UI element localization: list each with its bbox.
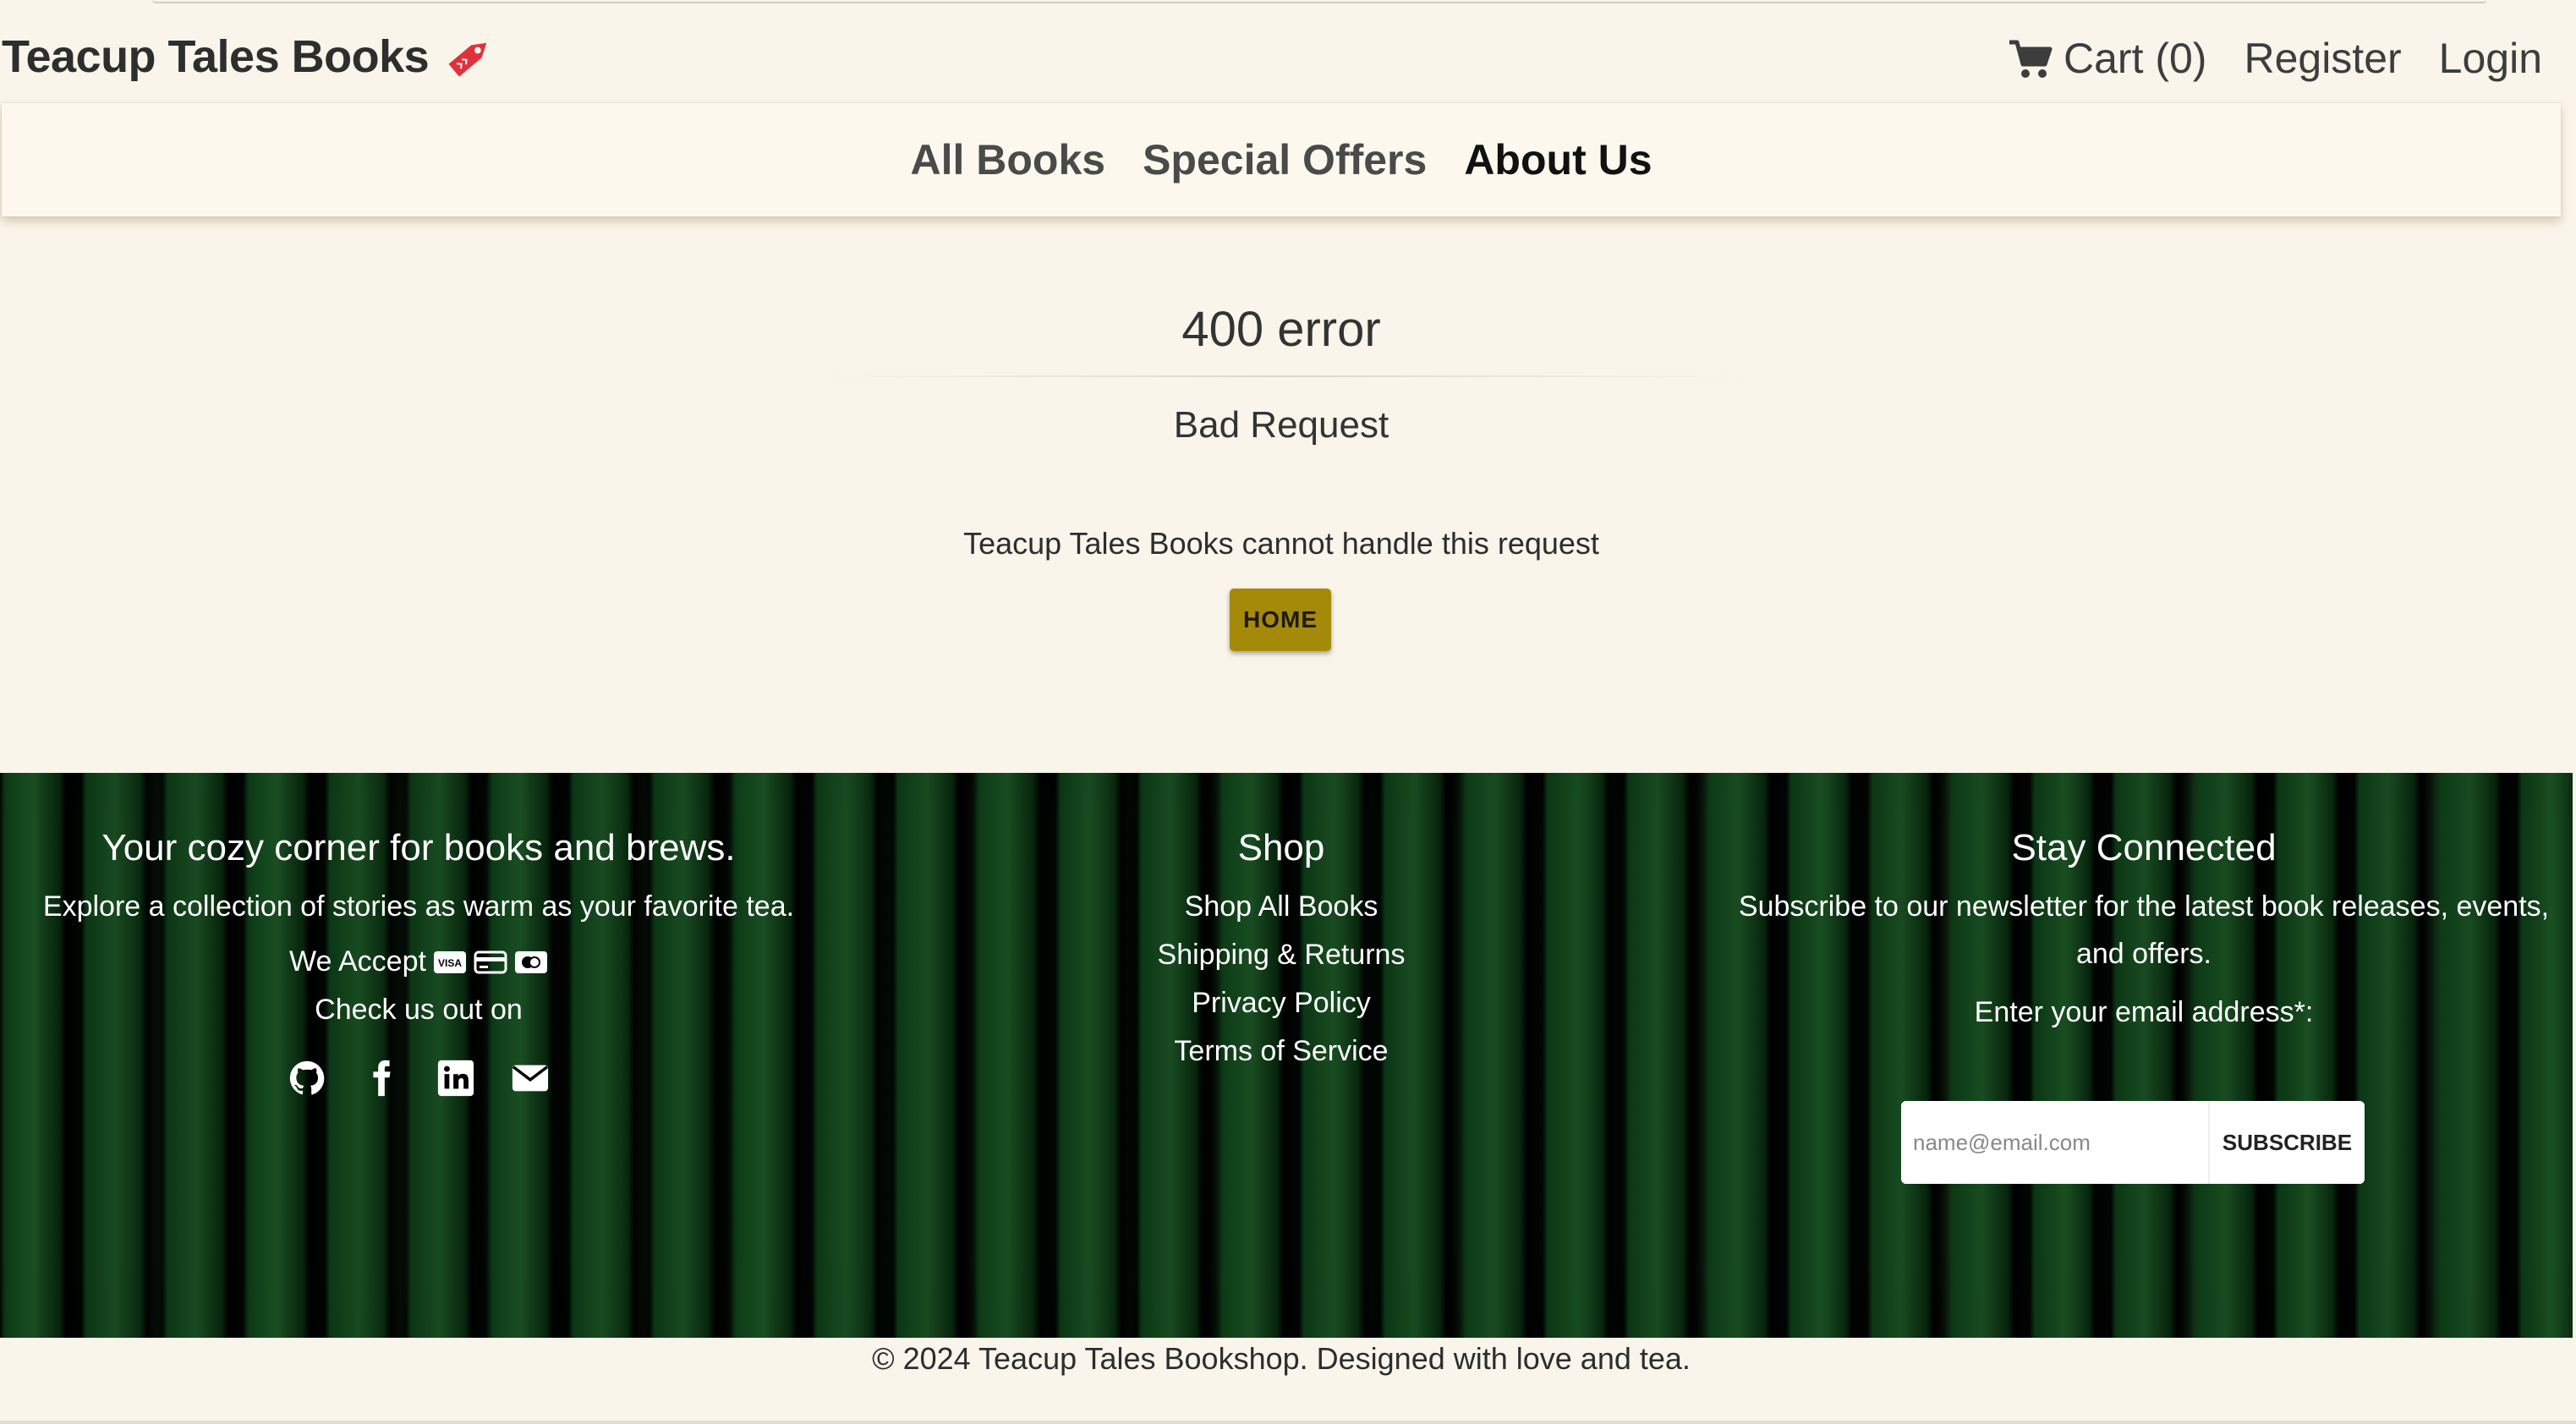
shop-heading: Shop xyxy=(1237,827,1325,868)
footer-shop: Shop Shop All Books Shipping & Returns P… xyxy=(1066,827,1497,1076)
brand-name: Teacup Tales Books xyxy=(2,31,430,82)
footer-tagline: Your cozy corner for books and brews. xyxy=(101,827,736,868)
github-icon[interactable] xyxy=(288,1059,326,1098)
footer-link-privacy[interactable]: Privacy Policy xyxy=(1066,979,1497,1027)
home-button[interactable]: HOME xyxy=(1230,589,1331,651)
cart-label: Cart (0) xyxy=(2064,35,2207,82)
footer-description: Explore a collection of stories as warm … xyxy=(42,890,795,923)
site-footer: Your cozy corner for books and brews. Ex… xyxy=(0,773,2573,1338)
social-links xyxy=(17,1059,820,1098)
nav-all-books[interactable]: All Books xyxy=(910,135,1105,184)
cart-link[interactable]: Cart (0) xyxy=(2008,34,2206,83)
email-label: Enter your email address*: xyxy=(1974,996,2314,1028)
visa-icon: VISA xyxy=(433,950,466,973)
login-link[interactable]: Login xyxy=(2439,34,2542,83)
svg-text:VISA: VISA xyxy=(438,957,462,969)
page-bottom-edge xyxy=(0,1421,2576,1424)
payment-methods: We Accept VISA xyxy=(17,945,820,978)
newsletter-description: Subscribe to our newsletter for the late… xyxy=(1738,890,2550,970)
nav-about-us[interactable]: About Us xyxy=(1464,135,1652,184)
error-title: 400 error xyxy=(1181,302,1381,357)
mastercard-icon xyxy=(514,950,547,973)
main-nav: All Books Special Offers About Us xyxy=(2,103,2561,216)
email-input[interactable] xyxy=(1901,1101,2208,1184)
copyright-text: © 2024 Teacup Tales Bookshop. Designed w… xyxy=(872,1341,1691,1376)
newsletter-form: SUBSCRIBE xyxy=(1901,1101,2365,1184)
price-tag-icon xyxy=(448,42,487,77)
brand-logo[interactable]: Teacup Tales Books xyxy=(2,30,496,83)
footer-link-shipping[interactable]: Shipping & Returns xyxy=(1066,931,1497,979)
social-label: Check us out on xyxy=(315,994,523,1026)
facebook-icon[interactable] xyxy=(362,1059,401,1098)
accept-label: We Accept xyxy=(289,945,426,978)
footer-about: Your cozy corner for books and brews. Ex… xyxy=(17,827,820,1098)
error-content: 400 error Bad Request Teacup Tales Books… xyxy=(0,216,2576,773)
divider xyxy=(795,375,1768,377)
envelope-icon[interactable] xyxy=(511,1059,550,1098)
shopping-cart-icon xyxy=(2009,40,2053,78)
footer-newsletter: Stay Connected Subscribe to our newslett… xyxy=(1734,827,2554,1029)
credit-card-icon xyxy=(474,950,507,973)
newsletter-heading: Stay Connected xyxy=(2011,827,2277,868)
nav-special-offers[interactable]: Special Offers xyxy=(1143,135,1427,184)
linkedin-icon[interactable] xyxy=(436,1059,475,1098)
subscribe-button[interactable]: SUBSCRIBE xyxy=(2208,1101,2365,1184)
account-nav: Cart (0) Register Login xyxy=(2008,34,2542,83)
register-link[interactable]: Register xyxy=(2244,34,2401,83)
footer-link-terms[interactable]: Terms of Service xyxy=(1066,1027,1497,1076)
error-message: Teacup Tales Books cannot handle this re… xyxy=(963,526,1599,561)
footer-link-shop-all[interactable]: Shop All Books xyxy=(1066,883,1497,931)
site-header: Teacup Tales Books Cart (0) Register Log… xyxy=(0,0,2576,103)
error-subtitle: Bad Request xyxy=(1173,404,1389,446)
